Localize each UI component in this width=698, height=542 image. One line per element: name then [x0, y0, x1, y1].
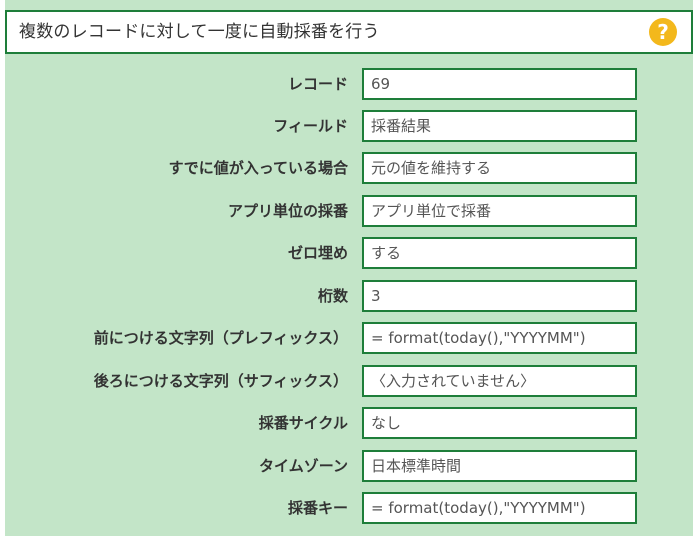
label-existing-value: すでに値が入っている場合 — [168, 159, 348, 177]
row-numbering-key: 採番キー = format(today(),"YYYYMM") — [5, 492, 693, 524]
label-suffix: 後ろにつける文字列（サフィックス） — [93, 372, 348, 390]
label-numbering-cycle: 採番サイクル — [258, 414, 348, 432]
field-record[interactable]: 69 — [362, 68, 637, 100]
field-field[interactable]: 採番結果 — [362, 110, 637, 142]
label-numbering-key: 採番キー — [287, 499, 348, 517]
field-digits[interactable]: 3 — [362, 280, 637, 312]
label-record: レコード — [287, 75, 348, 93]
row-app-numbering: アプリ単位の採番 アプリ単位で採番 — [5, 195, 693, 227]
row-existing-value: すでに値が入っている場合 元の値を維持する — [5, 152, 693, 184]
label-zero-padding: ゼロ埋め — [287, 244, 348, 262]
label-field: フィールド — [273, 117, 348, 135]
field-numbering-key[interactable]: = format(today(),"YYYYMM") — [362, 492, 637, 524]
row-numbering-cycle: 採番サイクル なし — [5, 407, 693, 439]
page-title: 複数のレコードに対して一度に自動採番を行う — [19, 22, 380, 42]
panel-header: 複数のレコードに対して一度に自動採番を行う ? — [5, 10, 693, 54]
help-icon[interactable]: ? — [649, 18, 677, 46]
row-field: フィールド 採番結果 — [5, 110, 693, 142]
field-suffix[interactable]: 〈入力されていません〉 — [362, 365, 637, 397]
settings-panel: 複数のレコードに対して一度に自動採番を行う ? レコード 69 フィールド 採番… — [5, 0, 693, 536]
row-digits: 桁数 3 — [5, 280, 693, 312]
row-prefix: 前につける文字列（プレフィックス） = format(today(),"YYYY… — [5, 322, 693, 354]
field-app-numbering[interactable]: アプリ単位で採番 — [362, 195, 637, 227]
field-zero-padding[interactable]: する — [362, 237, 637, 269]
row-record: レコード 69 — [5, 68, 693, 100]
label-prefix: 前につける文字列（プレフィックス） — [93, 329, 348, 347]
field-numbering-cycle[interactable]: なし — [362, 407, 637, 439]
row-zero-padding: ゼロ埋め する — [5, 237, 693, 269]
label-digits: 桁数 — [317, 287, 348, 305]
label-timezone: タイムゾーン — [259, 457, 348, 475]
row-timezone: タイムゾーン 日本標準時間 — [5, 450, 693, 482]
field-existing-value[interactable]: 元の値を維持する — [362, 152, 637, 184]
row-suffix: 後ろにつける文字列（サフィックス） 〈入力されていません〉 — [5, 365, 693, 397]
field-prefix[interactable]: = format(today(),"YYYYMM") — [362, 322, 637, 354]
field-timezone[interactable]: 日本標準時間 — [362, 450, 637, 482]
label-app-numbering: アプリ単位の採番 — [227, 202, 348, 220]
